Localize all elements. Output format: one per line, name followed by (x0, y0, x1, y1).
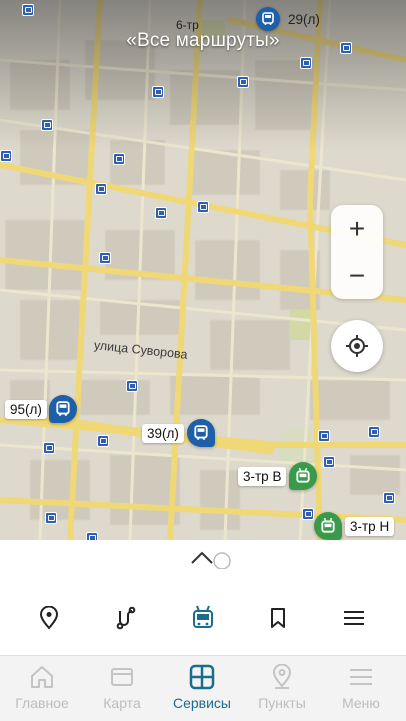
tool-row (0, 598, 406, 638)
map-card-icon (111, 668, 133, 686)
vehicle-marker[interactable]: 3-тр Н (314, 512, 395, 540)
vehicle-route-label: 29(л) (288, 11, 320, 27)
tab-label: Главное (15, 695, 69, 711)
bus-stop-icon[interactable] (0, 150, 12, 162)
bookmark-icon (271, 608, 285, 628)
stops-tool-button[interactable] (29, 598, 69, 638)
favorites-tool-button[interactable] (258, 598, 298, 638)
bus-icon (48, 395, 77, 423)
bus-stop-icon[interactable] (99, 252, 111, 264)
vehicle-route-label: 3-тр В (238, 466, 287, 486)
bottom-tab-bar: Главное Карта Сервисы Пункты Меню (0, 655, 406, 721)
tab-menu[interactable]: Меню (321, 662, 401, 711)
bus-stop-icon[interactable] (197, 201, 209, 213)
tab-label: Сервисы (172, 695, 231, 711)
bus-stop-icon[interactable] (368, 426, 380, 438)
tab-label: Меню (342, 695, 380, 711)
location-pin-icon (272, 664, 292, 689)
hamburger-icon (350, 669, 372, 685)
bus-stop-icon[interactable] (86, 532, 98, 540)
tab-points[interactable]: Пункты (242, 662, 322, 711)
bus-stop-icon[interactable] (300, 57, 312, 69)
bus-stop-icon[interactable] (97, 435, 109, 447)
bus-stop-icon[interactable] (43, 442, 55, 454)
chevron-up-icon (191, 551, 231, 570)
tab-map[interactable]: Карта (82, 662, 162, 711)
bus-stop-icon[interactable] (152, 86, 164, 98)
home-icon (31, 666, 53, 688)
vehicle-marker[interactable]: 3-тр В (238, 462, 318, 490)
bus-stop-icon[interactable] (318, 430, 330, 442)
bus-stop-icon[interactable] (95, 183, 107, 195)
vehicle-marker[interactable]: 95(л) (5, 395, 77, 423)
zoom-out-button[interactable]: − (331, 252, 383, 299)
zoom-in-button[interactable]: + (331, 205, 383, 252)
location-pin-icon (39, 606, 59, 630)
tab-main[interactable]: Главное (2, 662, 82, 711)
bus-stop-icon[interactable] (237, 76, 249, 88)
services-grid-icon (189, 664, 215, 690)
vehicle-route-label: 39(л) (142, 423, 184, 443)
zoom-control: + − (331, 205, 383, 299)
tab-services[interactable]: Сервисы (162, 662, 242, 711)
vehicle-route-label: 95(л) (5, 399, 47, 419)
map-view[interactable]: «Все маршруты» улица Суворова 6-тр 29(л)… (0, 0, 406, 540)
bus-icon (186, 419, 215, 447)
vehicle-route-label: 3-тр Н (345, 516, 395, 536)
routes-tool-button[interactable] (106, 598, 146, 638)
bus-icon (256, 7, 280, 31)
trolleybus-icon (289, 462, 318, 490)
bus-stop-icon[interactable] (383, 492, 395, 504)
bottom-sheet (0, 540, 406, 655)
bus-stop-icon[interactable] (302, 508, 314, 520)
vehicle-marker[interactable]: 29(л) (256, 7, 325, 31)
list-tool-button[interactable] (334, 598, 374, 638)
tab-label: Пункты (258, 695, 306, 711)
my-location-button[interactable] (331, 320, 383, 372)
transport-tool-button[interactable] (183, 598, 223, 638)
bus-stop-icon[interactable] (155, 207, 167, 219)
tab-label: Карта (103, 695, 141, 711)
vehicle-route-label: 6-тр (176, 18, 199, 32)
crosshair-icon (346, 335, 368, 357)
trolleybus-icon (314, 512, 342, 540)
bus-stop-icon[interactable] (45, 512, 57, 524)
top-shade (0, 0, 406, 150)
vehicle-marker[interactable]: 39(л) (142, 419, 215, 447)
bus-stop-icon[interactable] (323, 456, 335, 468)
sheet-expand-handle[interactable] (190, 545, 234, 574)
bus-stop-icon[interactable] (22, 4, 34, 16)
bus-stop-icon[interactable] (41, 119, 53, 131)
trolleybus-icon (193, 605, 213, 628)
route-icon (116, 606, 136, 630)
bus-stop-icon[interactable] (340, 42, 352, 54)
bus-stop-icon[interactable] (113, 153, 125, 165)
vehicle-marker[interactable]: 6-тр (174, 18, 201, 32)
bus-stop-icon[interactable] (126, 380, 138, 392)
menu-icon (344, 611, 364, 625)
